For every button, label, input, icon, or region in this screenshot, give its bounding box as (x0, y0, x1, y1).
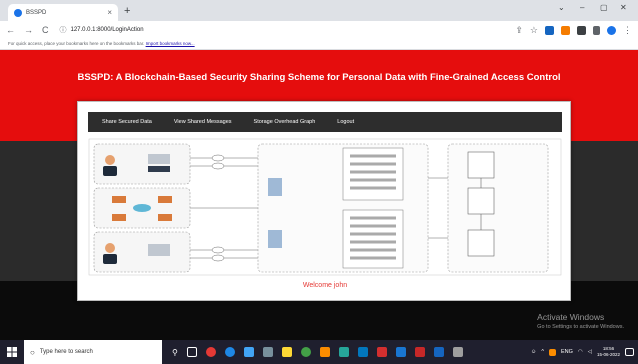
browser-tab-strip: BSSPD × + ⌄ – ▢ ✕ (0, 0, 638, 21)
watermark-title: Activate Windows (537, 312, 605, 322)
language-indicator[interactable]: ENG (561, 349, 573, 355)
address-bar[interactable]: ⓘ 127.0.0.1:8000/LoginAction (60, 25, 144, 35)
extensions-puzzle-icon[interactable] (577, 26, 586, 35)
tab-title: BSSPD (26, 9, 47, 16)
settings-gear-icon[interactable] (452, 347, 463, 357)
minimize-button[interactable]: – (580, 3, 584, 12)
site-info-icon[interactable]: ⓘ (60, 25, 67, 35)
microphone-icon[interactable]: ⚲ (172, 348, 178, 357)
tab-search-icon[interactable]: ⌄ (558, 3, 565, 12)
site-favicon-icon (14, 8, 22, 17)
clock-date: 15-06-2022 (596, 352, 620, 357)
share-icon[interactable]: ⇪ (515, 25, 523, 36)
app-word-icon[interactable] (433, 347, 444, 357)
chrome-icon[interactable] (300, 347, 311, 357)
folder-icon[interactable] (281, 347, 292, 357)
tab-close-icon[interactable]: × (107, 8, 112, 17)
back-arrow-icon[interactable]: ← (6, 25, 15, 35)
kebab-menu-icon[interactable]: ⋮ (623, 25, 632, 36)
maximize-button[interactable]: ▢ (600, 3, 608, 12)
wifi-icon[interactable]: ◠ (578, 349, 583, 355)
welcome-message: Welcome john (302, 282, 348, 289)
profile-avatar-icon[interactable] (607, 26, 616, 35)
url-text: 127.0.0.1:8000/LoginAction (70, 27, 144, 33)
menu-storage-overhead-graph[interactable]: Storage Overhead Graph (254, 119, 316, 125)
menu-view-shared-messages[interactable]: View Shared Messages (174, 119, 232, 125)
main-menu: Share Secured Data View Shared Messages … (88, 112, 562, 132)
edge-icon[interactable] (224, 347, 235, 357)
taskbar-search-box[interactable]: ○ Type here to search (24, 340, 162, 364)
opera-icon[interactable] (205, 347, 216, 357)
app-python-icon[interactable] (395, 347, 406, 357)
forward-arrow-icon[interactable]: → (24, 25, 33, 35)
notifications-icon[interactable] (625, 348, 634, 356)
volume-icon[interactable]: ◁ (588, 349, 592, 355)
search-placeholder: Type here to search (39, 349, 93, 355)
system-tray: ☺ ^ ENG ◠ ◁ 18:56 15-06-2022 (531, 340, 634, 364)
bookmark-star-icon[interactable]: ☆ (530, 25, 538, 36)
import-bookmarks-link[interactable]: Import bookmarks now... (146, 41, 195, 46)
tray-app-icon[interactable] (549, 348, 556, 356)
content-card: Share Secured Data View Shared Messages … (77, 101, 571, 301)
close-window-button[interactable]: ✕ (620, 3, 627, 12)
taskbar-pinned-apps: ⚲ (172, 347, 463, 357)
file-explorer-icon[interactable] (243, 347, 254, 357)
windows-taskbar: ○ Type here to search ⚲ ☺ ^ ENG ◠ ◁ 18:5… (0, 340, 638, 364)
app-red-icon[interactable] (414, 347, 425, 357)
extension-fox-icon[interactable] (561, 26, 570, 35)
activate-windows-watermark: Activate Windows Go to Settings to activ… (537, 312, 624, 330)
start-button[interactable] (0, 340, 24, 364)
new-tab-button[interactable]: + (124, 4, 130, 18)
bookmarks-bar: For quick access, place your bookmarks h… (0, 39, 638, 50)
browser-tab[interactable]: BSSPD × (8, 4, 118, 21)
people-icon[interactable]: ☺ (531, 349, 537, 355)
extension-shield-icon[interactable] (545, 26, 554, 35)
watermark-subtitle: Go to Settings to activate Windows. (537, 324, 624, 330)
toolbar-extensions: ⇪ ☆ ⋮ (515, 25, 632, 36)
app-teal-icon[interactable] (338, 347, 349, 357)
browser-toolbar: ← → C ⓘ 127.0.0.1:8000/LoginAction ⇪ ☆ ⋮ (0, 21, 638, 39)
web-page: BSSPD: A Blockchain-Based Security Shari… (0, 50, 638, 340)
page-title: BSSPD: A Blockchain-Based Security Shari… (77, 72, 561, 83)
side-panel-icon[interactable] (593, 26, 600, 35)
menu-share-secured-data[interactable]: Share Secured Data (102, 119, 152, 125)
pdf-reader-icon[interactable] (376, 347, 387, 357)
clock[interactable]: 18:56 15-06-2022 (597, 346, 620, 358)
menu-logout[interactable]: Logout (337, 119, 354, 125)
store-icon[interactable] (262, 347, 273, 357)
architecture-diagram-image (88, 138, 562, 276)
reload-icon[interactable]: C (42, 25, 49, 35)
windows-logo-icon (7, 347, 17, 357)
app-blue-icon[interactable] (357, 347, 368, 357)
search-icon: ○ (30, 347, 35, 357)
bookmarks-hint: For quick access, place your bookmarks h… (8, 41, 145, 46)
chevron-up-icon[interactable]: ^ (541, 349, 544, 355)
task-view-icon[interactable] (186, 347, 197, 357)
app-orange-icon[interactable] (319, 347, 330, 357)
